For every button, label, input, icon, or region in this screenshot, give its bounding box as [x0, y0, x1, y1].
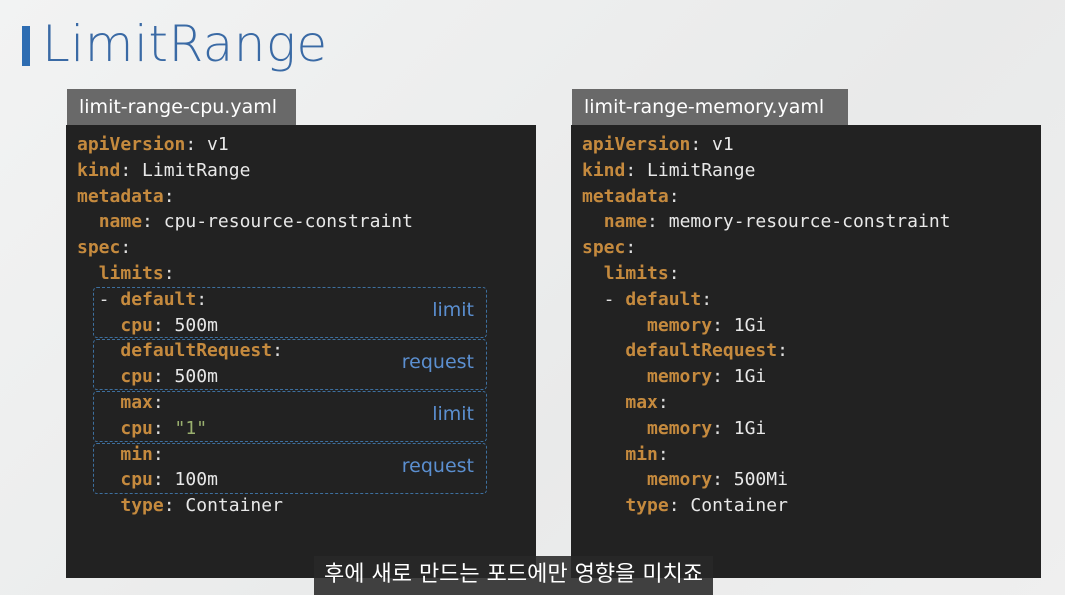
memory-code-line: metadata: [582, 185, 680, 207]
memory-code-line: memory: 500Mi [647, 469, 788, 491]
yaml-value: v1 [196, 134, 229, 155]
memory-code-line: apiVersion: v1 [582, 134, 734, 155]
cpu-code-line: apiVersion: v1 [77, 134, 229, 155]
memory-code-line: type: Container [625, 495, 788, 517]
yaml-key: name [98, 211, 143, 233]
yaml-key: name [603, 211, 648, 233]
memory-file-tab: limit-range-memory.yaml [572, 89, 848, 125]
memory-code-line: defaultRequest: [625, 340, 788, 362]
yaml-value: 1Gi [722, 417, 767, 439]
yaml-key: kind [77, 159, 121, 181]
memory-code-line: max: [625, 392, 669, 413]
memory-code-line: kind: LimitRange [582, 159, 756, 181]
memory-code-panel: apiVersion: v1 kind: LimitRange metadata: … [571, 125, 1041, 578]
yaml-key: kind [582, 159, 626, 181]
yaml-key: apiVersion [582, 134, 691, 155]
yaml-key: memory [647, 469, 713, 491]
cpu-file-tab: limit-range-cpu.yaml [67, 89, 296, 125]
cpu-code-panel: apiVersion: v1 kind: LimitRange metadata: … [66, 125, 536, 578]
yaml-key: memory [647, 366, 713, 388]
yaml-key: memory [647, 417, 713, 439]
yaml-value: LimitRange [131, 159, 251, 181]
yaml-key: metadata [582, 185, 669, 207]
cpu-code-line: spec: [77, 237, 132, 259]
yaml-key: type [625, 495, 669, 517]
title-accent-bar [22, 26, 30, 66]
memory-code-line: - default: [582, 288, 713, 310]
yaml-key: limits [603, 263, 669, 284]
yaml-key: spec [582, 237, 626, 259]
highlight-box-limit [93, 391, 487, 442]
yaml-key: apiVersion [77, 134, 186, 155]
yaml-key: max [625, 392, 658, 413]
yaml-key: min [625, 443, 658, 465]
yaml-value: v1 [701, 134, 734, 155]
subtitle-caption: 후에 새로 만드는 포드에만 영향을 미치죠 [314, 556, 714, 595]
yaml-key: default [625, 288, 702, 310]
yaml-value: Container [174, 495, 283, 517]
yaml-value: Container [679, 495, 788, 517]
cpu-code-line: name: cpu-resource-constraint [98, 211, 413, 233]
yaml-key: spec [77, 237, 121, 259]
yaml-value: 1Gi [722, 314, 767, 336]
highlight-box-limit [93, 287, 487, 338]
yaml-value: 500Mi [722, 469, 788, 491]
cpu-code-line: limits: [98, 263, 175, 284]
memory-code-line: memory: 1Gi [647, 417, 767, 439]
yaml-value: 1Gi [722, 366, 767, 388]
annotation-limit: limit [432, 299, 474, 321]
memory-code-line: spec: [582, 237, 637, 259]
cpu-code-line: kind: LimitRange [77, 159, 251, 181]
annotation-limit: limit [432, 403, 474, 425]
memory-code-line: limits: [603, 263, 680, 284]
yaml-value: LimitRange [636, 159, 756, 181]
annotation-request: request [401, 351, 474, 373]
slide-title: LimitRange [42, 15, 328, 73]
annotation-request: request [401, 455, 474, 477]
yaml-key: defaultRequest [625, 340, 778, 362]
cpu-code-line: type: Container [120, 495, 283, 517]
yaml-key: type [120, 495, 164, 517]
memory-code-line: memory: 1Gi [647, 366, 767, 388]
yaml-value: cpu-resource-constraint [152, 211, 413, 233]
memory-code-line: memory: 1Gi [647, 314, 767, 336]
memory-code-line: name: memory-resource-constraint [603, 211, 951, 233]
yaml-key: limits [98, 263, 164, 284]
yaml-key: memory [647, 314, 713, 336]
cpu-code-line: metadata: [77, 185, 175, 207]
yaml-key: metadata [77, 185, 164, 207]
memory-code-line: min: [625, 443, 669, 465]
yaml-value: memory-resource-constraint [657, 211, 951, 233]
